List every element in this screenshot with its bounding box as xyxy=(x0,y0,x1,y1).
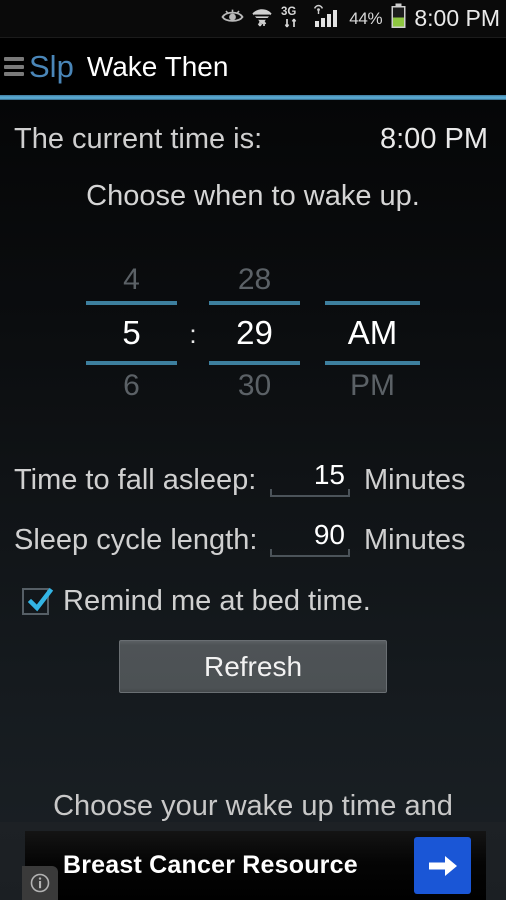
meridiem-prev-value[interactable] xyxy=(325,259,420,301)
ad-cta-button[interactable] xyxy=(414,837,471,894)
cycle-length-label: Sleep cycle length: xyxy=(14,524,258,556)
fall-asleep-label: Time to fall asleep: xyxy=(14,464,257,496)
signal-icon xyxy=(312,4,341,33)
page-title: Wake Then xyxy=(86,50,229,82)
remind-checkbox[interactable] xyxy=(22,587,54,615)
description-text: Choose your wake up time and xyxy=(53,793,453,822)
arrow-right-icon xyxy=(428,855,457,876)
minute-prev-value[interactable]: 28 xyxy=(209,259,300,301)
cycle-length-row: Sleep cycle length: 90 Minutes xyxy=(0,519,506,557)
current-time-row: The current time is: 8:00 PM xyxy=(0,100,506,156)
refresh-button[interactable]: Refresh xyxy=(119,640,387,693)
ad-banner[interactable]: Breast Cancer Resource xyxy=(0,822,506,900)
cycle-length-value: 90 xyxy=(313,519,345,550)
current-time-label: The current time is: xyxy=(14,123,263,155)
3g-icon: 3G xyxy=(280,4,305,34)
fall-asleep-underline xyxy=(270,489,350,497)
ad-inner[interactable]: Breast Cancer Resource xyxy=(25,831,486,900)
checkmark-icon xyxy=(27,587,54,612)
eye-icon xyxy=(221,8,244,29)
fall-asleep-row: Time to fall asleep: 15 Minutes xyxy=(0,459,506,497)
time-separator: : xyxy=(189,318,197,349)
minute-picker[interactable]: 28 29 30 xyxy=(209,259,300,407)
wifi-icon xyxy=(251,5,273,32)
instruction-text: Choose when to wake up. xyxy=(86,180,420,212)
battery-percent-label: 44% xyxy=(349,8,383,28)
remind-label: Remind me at bed time. xyxy=(63,585,371,617)
refresh-button-wrap: Refresh xyxy=(0,640,506,693)
hamburger-icon[interactable] xyxy=(4,57,24,76)
hour-prev-value[interactable]: 4 xyxy=(86,259,177,301)
cycle-length-underline xyxy=(270,549,350,557)
fall-asleep-value: 15 xyxy=(313,459,345,490)
network-type-text: 3G xyxy=(281,6,296,18)
app-logo[interactable]: Slp xyxy=(29,51,74,82)
settings-block: Time to fall asleep: 15 Minutes Sleep cy… xyxy=(0,459,506,557)
status-bar-icons: 3G 44% xyxy=(221,3,407,34)
meridiem-next-value[interactable]: PM xyxy=(325,365,420,407)
main-content: The current time is: 8:00 PM Choose when… xyxy=(0,100,506,900)
status-bar: 3G 44% 8:00 PM xyxy=(0,0,506,38)
time-separator-slot: : xyxy=(177,318,209,349)
fall-asleep-unit: Minutes xyxy=(364,464,466,496)
ad-headline: Breast Cancer Resource xyxy=(63,851,358,879)
fall-asleep-input[interactable]: 15 xyxy=(270,459,350,497)
action-bar: Slp Wake Then xyxy=(0,38,506,95)
current-time-value: 8:00 PM xyxy=(380,123,488,155)
meridiem-selected-value[interactable]: AM xyxy=(325,305,420,361)
hour-next-value[interactable]: 6 xyxy=(86,365,177,407)
minute-next-value[interactable]: 30 xyxy=(209,365,300,407)
hour-selected-value[interactable]: 5 xyxy=(86,305,177,361)
cycle-length-unit: Minutes xyxy=(364,524,466,556)
cycle-length-input[interactable]: 90 xyxy=(270,519,350,557)
minute-selected-value[interactable]: 29 xyxy=(209,305,300,361)
info-icon xyxy=(30,873,50,893)
meridiem-picker[interactable]: AM PM xyxy=(325,259,420,407)
remind-row[interactable]: Remind me at bed time. xyxy=(0,585,506,618)
hour-picker[interactable]: 4 5 6 xyxy=(86,259,177,407)
time-picker[interactable]: 4 5 6 : 28 29 30 AM PM xyxy=(0,259,506,407)
description-clipped-region: Choose your wake up time and xyxy=(0,793,506,825)
status-bar-clock: 8:00 PM xyxy=(414,5,500,31)
battery-icon xyxy=(390,3,407,34)
ad-info-button[interactable] xyxy=(22,866,58,900)
